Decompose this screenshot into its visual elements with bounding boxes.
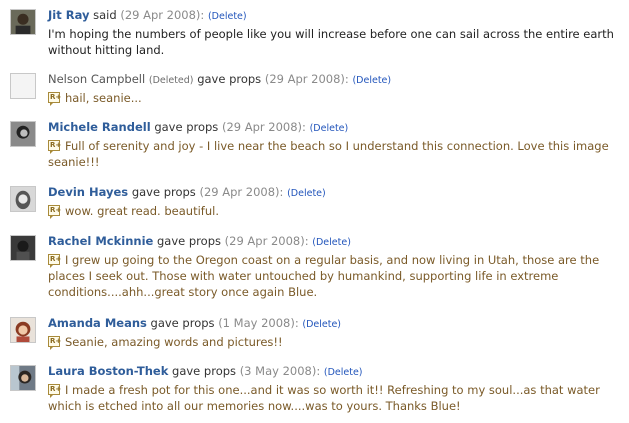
comment-date: (29 Apr 2008): <box>224 234 309 248</box>
comment-text-row: R+ Full of serenity and joy - I live near… <box>48 138 621 170</box>
props-icon: R+ <box>48 384 62 398</box>
comment-body: Michele Randell gave props (29 Apr 2008)… <box>48 120 621 170</box>
author-link[interactable]: Jit Ray <box>48 8 89 22</box>
avatar-bw-face-icon[interactable] <box>10 186 36 212</box>
author-link[interactable]: Rachel Mckinnie <box>48 234 153 248</box>
comment-header: Michele Randell gave props (29 Apr 2008)… <box>48 120 621 136</box>
props-icon: R+ <box>48 336 62 350</box>
comment-text: wow. great read. beautiful. <box>65 204 219 218</box>
comment-header: Nelson Campbell (Deleted) gave props (29… <box>48 72 621 88</box>
comment-body: Jit Ray said (29 Apr 2008): (Delete) I'm… <box>48 8 621 58</box>
comment-header: Laura Boston-Thek gave props (3 May 2008… <box>48 364 621 380</box>
avatar-bw-woman-icon[interactable] <box>10 121 36 147</box>
comment-action: gave props <box>150 316 215 330</box>
comment-text: hail, seanie... <box>65 91 142 105</box>
comment-body: Amanda Means gave props (1 May 2008): (D… <box>48 316 621 350</box>
author-link[interactable]: Amanda Means <box>48 316 147 330</box>
comment-action: gave props <box>131 185 196 199</box>
comment-text: I'm hoping the numbers of people like yo… <box>48 27 614 57</box>
comment-date: (29 Apr 2008): <box>199 185 284 199</box>
comment-date: (29 Apr 2008): <box>221 120 306 134</box>
avatar-dark-woman-icon[interactable] <box>10 235 36 261</box>
author-link[interactable]: Michele Randell <box>48 120 151 134</box>
avatar-woman-window-icon[interactable] <box>10 365 36 391</box>
comment-action: gave props <box>197 72 262 86</box>
deleted-label: (Deleted) <box>148 75 194 86</box>
comment-action: gave props <box>154 120 219 134</box>
delete-link[interactable]: (Delete) <box>324 367 363 378</box>
author-link[interactable]: Devin Hayes <box>48 185 128 199</box>
avatar-placeholder-icon[interactable] <box>10 73 36 99</box>
props-icon: R+ <box>48 92 62 106</box>
delete-link[interactable]: (Delete) <box>352 75 391 86</box>
author-link[interactable]: Nelson Campbell <box>48 72 145 86</box>
delete-link[interactable]: (Delete) <box>208 11 247 22</box>
comment-body: Devin Hayes gave props (29 Apr 2008): (D… <box>48 185 621 219</box>
comment-text-row: R+ hail, seanie... <box>48 90 621 106</box>
props-icon: R+ <box>48 205 62 219</box>
comment-header: Devin Hayes gave props (29 Apr 2008): (D… <box>48 185 621 201</box>
comment-header: Jit Ray said (29 Apr 2008): (Delete) <box>48 8 621 24</box>
comment-text: Full of serenity and joy - I live near t… <box>48 139 609 169</box>
comment-header: Amanda Means gave props (1 May 2008): (D… <box>48 316 621 332</box>
delete-link[interactable]: (Delete) <box>287 188 326 199</box>
comment-date: (1 May 2008): <box>218 316 299 330</box>
comment-text: I made a fresh pot for this one...and it… <box>48 383 600 413</box>
comment-date: (3 May 2008): <box>239 364 321 378</box>
comment-body: Rachel Mckinnie gave props (29 Apr 2008)… <box>48 234 621 300</box>
comment-action: said <box>93 8 117 22</box>
comment-text-row: R+ I made a fresh pot for this one...and … <box>48 382 621 414</box>
avatar-dark-man-icon[interactable] <box>10 9 36 35</box>
comment-text: Seanie, amazing words and pictures!! <box>65 335 283 349</box>
comment-text-row: R+ Seanie, amazing words and pictures!! <box>48 334 621 350</box>
props-icon: R+ <box>48 140 62 154</box>
author-link[interactable]: Laura Boston-Thek <box>48 364 168 378</box>
avatar-redhead-woman-icon[interactable] <box>10 317 36 343</box>
comment-date: (29 Apr 2008): <box>120 8 205 22</box>
comment-feed: Jit Ray said (29 Apr 2008): (Delete) I'm… <box>0 0 629 423</box>
delete-link[interactable]: (Delete) <box>312 237 351 248</box>
comment-body: Nelson Campbell (Deleted) gave props (29… <box>48 72 621 106</box>
comment-action: gave props <box>157 234 221 248</box>
comment-date: (29 Apr 2008): <box>264 72 349 86</box>
comment-text-row: R+ I grew up going to the Oregon coast on… <box>48 252 621 300</box>
props-icon: R+ <box>48 254 62 268</box>
comment-body: Laura Boston-Thek gave props (3 May 2008… <box>48 364 621 414</box>
delete-link[interactable]: (Delete) <box>310 123 349 134</box>
delete-link[interactable]: (Delete) <box>302 319 341 330</box>
comment-header: Rachel Mckinnie gave props (29 Apr 2008)… <box>48 234 621 250</box>
comment-text: I grew up going to the Oregon coast on a… <box>48 253 600 299</box>
comment-action: gave props <box>172 364 237 378</box>
comment-text-row: R+ wow. great read. beautiful. <box>48 203 621 219</box>
